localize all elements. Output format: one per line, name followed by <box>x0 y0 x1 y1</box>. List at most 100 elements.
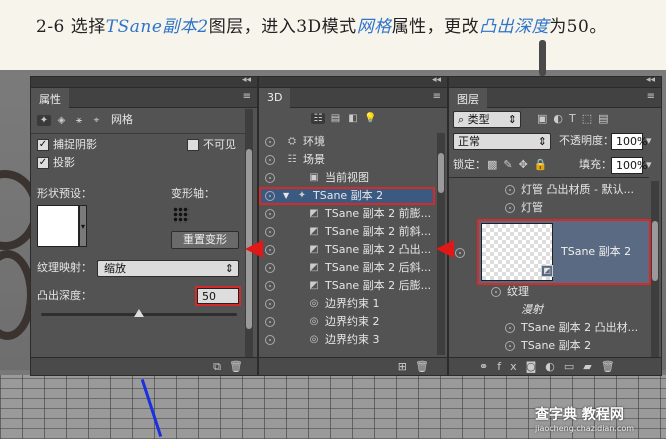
visibility-icon[interactable] <box>265 173 275 183</box>
layer-list-item[interactable]: 纹理 <box>449 283 649 301</box>
visibility-icon[interactable] <box>265 317 275 327</box>
mesh-mode-icon[interactable]: ✦ <box>37 115 51 126</box>
properties-scrollbar[interactable] <box>245 109 253 357</box>
visibility-icon[interactable] <box>265 137 275 147</box>
deform-axis-grid-icon[interactable] <box>173 207 189 223</box>
filter-material-icon[interactable]: ◧ <box>346 113 360 124</box>
layer-list-bottom: 纹理 漫射 TSane 副本 2 凸出材... TSane 副本 2 <box>449 283 649 357</box>
panel-menu-icon-layers[interactable]: ≡ <box>647 91 655 102</box>
cap-mode-icon[interactable]: ⚹ <box>72 115 86 126</box>
visibility-icon[interactable] <box>265 191 275 201</box>
caption-prefix: 2-6 选择 <box>36 17 106 37</box>
visibility-icon[interactable] <box>265 335 275 345</box>
visibility-icon[interactable] <box>505 203 515 213</box>
scroll-thumb-layers[interactable] <box>652 221 658 281</box>
opacity-input[interactable]: 100% <box>611 133 647 150</box>
expand-icon[interactable]: ▼ <box>283 187 289 205</box>
scene-tree-item[interactable]: ◎ 边界约束 2 <box>259 313 435 331</box>
layer-list-label: TSane 副本 2 凸出材... <box>521 321 639 334</box>
scene-tree-item[interactable]: ⛭ 环境 <box>259 133 435 151</box>
caption-mesh: 网格 <box>356 17 392 37</box>
scene-tree-item[interactable]: ◎ 边界约束 3 <box>259 331 435 349</box>
catch-shadows-checkbox[interactable]: ✓ <box>37 139 49 151</box>
layer-visibility-icon[interactable] <box>455 248 465 258</box>
lock-icons[interactable]: ▩✎✥🔒 <box>487 158 554 171</box>
scene-tree-item[interactable]: ◩ TSane 副本 2 后膨... <box>259 277 435 295</box>
panel-menu-icon[interactable]: ≡ <box>243 91 251 102</box>
trash-icon[interactable]: 🗑 <box>229 360 243 373</box>
select-arrow-icon: ⇕ <box>224 262 234 275</box>
selected-layer-row[interactable]: ◩ TSane 副本 2 <box>477 219 651 285</box>
kind-arrow-icon: ⇕ <box>507 113 517 126</box>
new-item-icon[interactable]: ⧉ <box>213 360 221 374</box>
blend-arrow-icon: ⇕ <box>537 135 547 148</box>
scene-tree-item[interactable]: ◎ 边界约束 1 <box>259 295 435 313</box>
texture-mapping-select[interactable]: 缩放 ⇕ <box>97 260 239 277</box>
opacity-arrow-icon[interactable]: ▾ <box>646 134 652 147</box>
scene-tree-item[interactable]: ◩ TSane 副本 2 前斜... <box>259 223 435 241</box>
visibility-icon[interactable] <box>265 245 275 255</box>
preset-dropdown-icon[interactable]: ▾ <box>79 205 87 247</box>
trash-icon-3d[interactable]: 🗑 <box>415 360 429 373</box>
scene-tree-label: TSane 副本 2 凸出... <box>325 243 432 256</box>
visibility-icon[interactable] <box>505 185 515 195</box>
caption-depth: 凸出深度 <box>479 17 550 37</box>
collapse-icon-layers[interactable]: ◂◂ <box>646 75 655 85</box>
shape-preset-thumbnail[interactable] <box>37 205 79 247</box>
collapse-icon[interactable]: ◂◂ <box>242 75 251 85</box>
tab-3d[interactable]: 3D <box>259 88 291 108</box>
scene-tree-item[interactable]: ✦ ▼ TSane 副本 2 <box>259 187 435 205</box>
blend-mode-select[interactable]: 正常 ⇕ <box>453 133 551 150</box>
scene-tree-item[interactable]: ◩ TSane 副本 2 后斜... <box>259 259 435 277</box>
layer-footer-icons[interactable]: ⚭fx◙◐▭▰🗑 <box>479 360 624 373</box>
scroll-thumb-3d[interactable] <box>438 153 444 193</box>
layer-list-item[interactable]: 漫射 <box>449 301 649 319</box>
extrusion-slider-thumb[interactable] <box>134 309 144 317</box>
visibility-icon[interactable] <box>265 209 275 219</box>
filter-light-icon[interactable]: 💡 <box>364 113 378 124</box>
filter-scene-icon[interactable]: ☷ <box>311 113 325 124</box>
scene-tree-item[interactable]: ☷ 场景 <box>259 151 435 169</box>
layer-list-item[interactable]: TSane 副本 2 凸出材... <box>449 319 649 337</box>
blend-mode-value: 正常 <box>458 135 480 148</box>
layer-list-item[interactable]: 灯管 <box>449 199 649 217</box>
extrusion-depth-input[interactable]: 50 <box>195 286 241 306</box>
visibility-icon[interactable] <box>265 227 275 237</box>
layer-kind-filter[interactable]: ⌕ 类型 ⇕ <box>453 111 521 128</box>
reset-deform-button[interactable]: 重置变形 <box>171 231 239 249</box>
visibility-icon[interactable] <box>265 281 275 291</box>
layer-filter-icons[interactable]: ▣◐T⬚▤ <box>537 112 615 125</box>
scene-tree-item[interactable]: ◩ TSane 副本 2 前膨... <box>259 205 435 223</box>
scene-tree-item[interactable]: ◩ TSane 副本 2 凸出... <box>259 241 435 259</box>
tab-layers[interactable]: 图层 <box>449 88 487 108</box>
scene-tree-label: TSane 副本 2 后斜... <box>325 261 432 274</box>
visibility-icon[interactable] <box>265 263 275 273</box>
tutorial-caption: 2-6 选择TSane副本2图层，进入3D模式网格属性，更改凸出深度为50。 <box>0 0 666 70</box>
coordinates-icon[interactable]: ⌖ <box>90 115 104 126</box>
scene-tree-label: TSane 副本 2 后膨... <box>325 279 432 292</box>
visibility-icon[interactable] <box>265 155 275 165</box>
layers-footer: ⚭fx◙◐▭▰🗑 <box>449 357 661 375</box>
deform-mode-icon[interactable]: ◈ <box>55 115 69 126</box>
fill-input[interactable]: 100% <box>611 157 647 174</box>
mesh-icon: ✦ <box>297 190 307 201</box>
layer-list-item[interactable]: 灯管 凸出材质 - 默认... <box>449 181 649 199</box>
add-object-icon[interactable]: ⊞ <box>398 360 407 373</box>
panel-3d: ◂◂ 3D ≡ ☷ ▤ ◧ 💡 ⛭ 环境 ☷ 场景 ▣ 当前视图 ✦ ▼ TSane 副本 2 ◩… <box>258 75 448 376</box>
layers-scrollbar[interactable] <box>651 181 659 357</box>
visibility-icon[interactable] <box>505 323 515 333</box>
visibility-icon[interactable] <box>265 299 275 309</box>
scene-tree-item[interactable]: ▣ 当前视图 <box>259 169 435 187</box>
collapse-icon-3d[interactable]: ◂◂ <box>432 75 441 85</box>
search-icon: ⌕ <box>458 113 468 126</box>
filter-mesh-icon[interactable]: ▤ <box>329 113 343 124</box>
fill-arrow-icon[interactable]: ▾ <box>646 158 652 171</box>
panel-menu-icon-3d[interactable]: ≡ <box>433 91 441 102</box>
tab-properties[interactable]: 属性 <box>31 88 69 108</box>
cast-shadows-checkbox[interactable]: ✓ <box>37 157 49 169</box>
scroll-thumb[interactable] <box>246 149 252 329</box>
visibility-icon[interactable] <box>505 341 515 351</box>
layer-list-item[interactable]: TSane 副本 2 <box>449 337 649 355</box>
visibility-icon[interactable] <box>491 287 501 297</box>
invisible-checkbox[interactable] <box>187 139 199 151</box>
